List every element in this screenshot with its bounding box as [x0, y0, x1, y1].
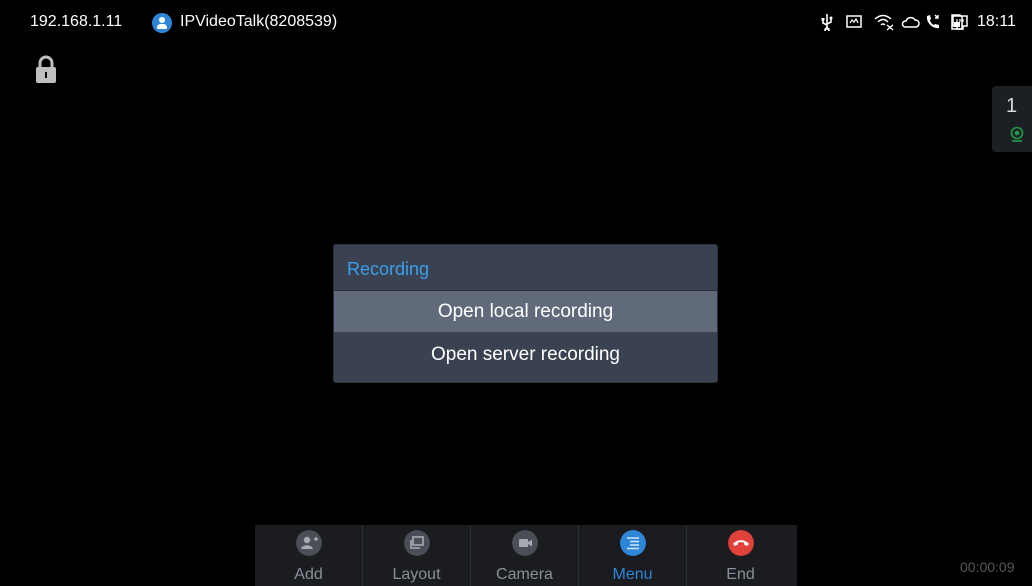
- screen: 192.168.1.11 IPVideoTalk(8208539) 18:11 …: [0, 0, 1032, 586]
- participant-indicator[interactable]: 1: [992, 86, 1032, 152]
- add-label: Add: [294, 566, 323, 583]
- menu-button[interactable]: Menu: [579, 525, 687, 586]
- open-local-recording-option[interactable]: Open local recording: [334, 291, 717, 332]
- ethernet-connector-icon: [952, 15, 968, 30]
- wifi-off-icon: [874, 14, 894, 31]
- cloud-icon: [901, 16, 920, 28]
- add-user-icon: [296, 530, 322, 556]
- ip-address: 192.168.1.11: [30, 13, 123, 30]
- layout-icon: [404, 530, 430, 556]
- call-timer: 00:00:09: [960, 559, 1015, 575]
- recording-dialog: Recording Open local recording Open serv…: [334, 245, 717, 382]
- layout-label: Layout: [392, 566, 441, 583]
- end-label: End: [726, 566, 755, 583]
- dialog-title: Recording: [347, 259, 430, 279]
- camera-label: Camera: [496, 566, 553, 583]
- camera-status-icon: [1010, 126, 1024, 142]
- lock-icon: [36, 55, 56, 83]
- account-icon: [152, 13, 172, 33]
- layout-button[interactable]: Layout: [363, 525, 471, 586]
- clock: 18:11: [977, 13, 1016, 30]
- call-toolbar: Add Layout Camera Menu End: [255, 525, 797, 586]
- add-button[interactable]: Add: [255, 525, 363, 586]
- end-call-button[interactable]: End: [687, 525, 797, 586]
- usb-icon: [821, 14, 833, 31]
- menu-icon: [620, 530, 646, 556]
- screen-icon: [846, 15, 862, 28]
- end-call-icon: [728, 530, 754, 556]
- open-server-recording-option[interactable]: Open server recording: [334, 334, 717, 375]
- camera-button[interactable]: Camera: [471, 525, 579, 586]
- status-bar: 192.168.1.11 IPVideoTalk(8208539) 18:11: [0, 0, 1032, 42]
- call-icon: [926, 14, 939, 29]
- camera-icon: [512, 530, 538, 556]
- participant-count: 1: [1006, 95, 1018, 117]
- menu-label: Menu: [612, 566, 653, 583]
- account-name: IPVideoTalk(8208539): [180, 13, 338, 30]
